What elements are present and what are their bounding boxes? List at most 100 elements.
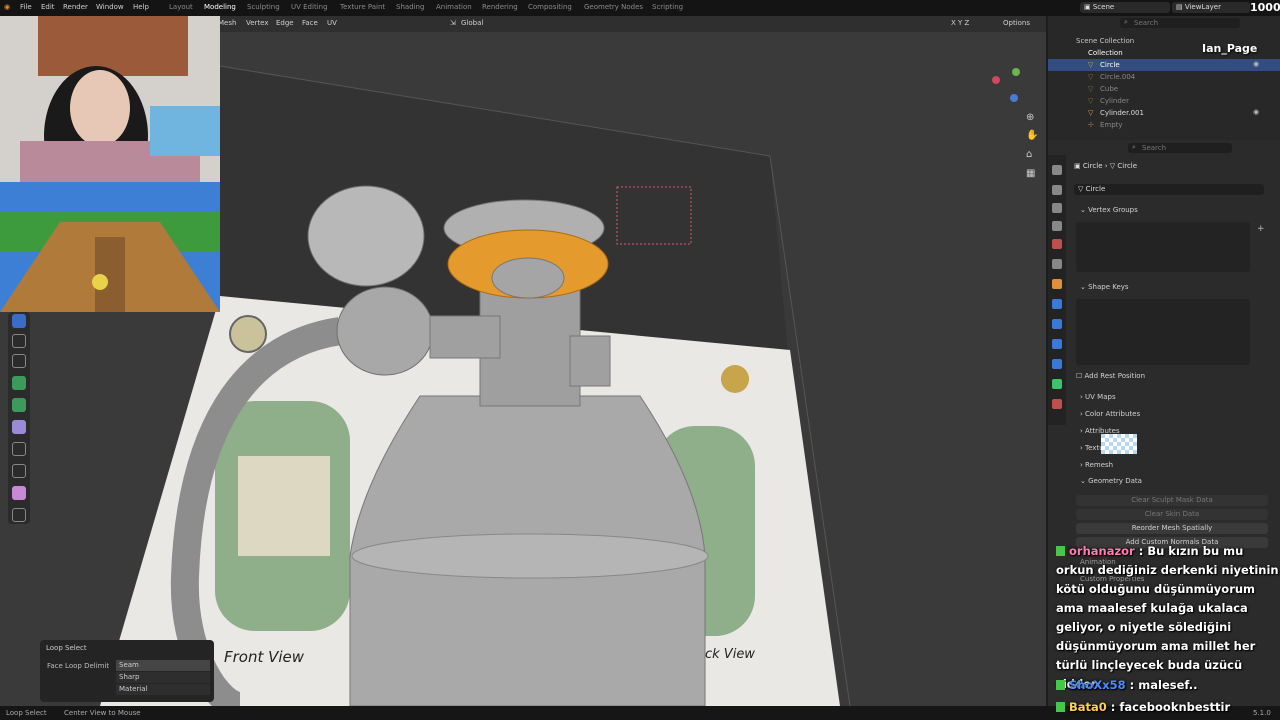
chat-text: malesef..	[1138, 678, 1198, 692]
world-tab-icon[interactable]	[1052, 259, 1062, 269]
shrink-tool-icon[interactable]	[12, 486, 26, 500]
tab-rendering[interactable]: Rendering	[482, 3, 518, 11]
render-tab-icon[interactable]	[1052, 185, 1062, 195]
cursor-tool-icon[interactable]	[12, 334, 26, 348]
output-tab-icon[interactable]	[1052, 203, 1062, 213]
menu-uv[interactable]: UV	[327, 19, 337, 27]
vertex-groups-list[interactable]	[1076, 222, 1250, 272]
zoom-icon[interactable]: ⊕	[1026, 112, 1034, 123]
menu-face[interactable]: Face	[302, 19, 318, 27]
options-dropdown[interactable]: Options	[1003, 19, 1030, 27]
mesh-icon: ▽	[1088, 73, 1094, 81]
tab-modeling[interactable]: Modeling	[204, 3, 236, 11]
option-sharp[interactable]: Sharp	[116, 672, 210, 683]
outliner-item-cylinder-001[interactable]: ▽ Cylinder.001 ◉	[1048, 107, 1280, 119]
menu-file[interactable]: File	[20, 3, 32, 11]
bevel-tool-icon[interactable]	[12, 420, 26, 434]
menu-mesh[interactable]: Mesh	[218, 19, 236, 27]
wall-poster	[38, 16, 188, 76]
pan-hand-icon[interactable]: ✋	[1026, 130, 1038, 141]
tab-texture-paint[interactable]: Texture Paint	[340, 3, 385, 11]
status-hint-left: Loop Select	[6, 709, 47, 717]
gizmo-y-icon[interactable]	[1012, 68, 1020, 76]
tab-uv-editing[interactable]: UV Editing	[291, 3, 328, 11]
particles-tab-icon[interactable]	[1052, 319, 1062, 329]
remesh-header[interactable]: › Remesh	[1080, 461, 1113, 469]
inset-tool-icon[interactable]	[12, 398, 26, 412]
loop-select-title[interactable]: Loop Select	[46, 644, 87, 652]
menu-edit[interactable]: Edit	[41, 3, 55, 11]
tab-layout[interactable]: Layout	[169, 3, 193, 11]
object-tab-icon[interactable]	[1052, 279, 1062, 289]
loop-cut-tool-icon[interactable]	[12, 442, 26, 456]
view-layer-selector[interactable]: ▤ ViewLayer	[1172, 2, 1250, 13]
tab-shading[interactable]: Shading	[396, 3, 424, 11]
option-seam[interactable]: Seam	[116, 660, 210, 671]
option-material[interactable]: Material	[116, 684, 210, 695]
properties-search[interactable]: ⌕ Search	[1128, 143, 1232, 153]
view-layer-tab-icon[interactable]	[1052, 221, 1062, 231]
outliner-item-circle-004[interactable]: ▽ Circle.004	[1048, 71, 1280, 83]
mesh-icon: ▽	[1088, 109, 1094, 117]
tab-sculpting[interactable]: Sculpting	[247, 3, 280, 11]
navigation-gizmo[interactable]	[990, 68, 1030, 108]
physics-tab-icon[interactable]	[1052, 339, 1062, 349]
breadcrumb-object: Circle	[1082, 162, 1103, 170]
tab-geometry-nodes[interactable]: Geometry Nodes	[584, 3, 643, 11]
grid-view-icon[interactable]: ▦	[1026, 168, 1035, 179]
tab-scripting[interactable]: Scripting	[652, 3, 683, 11]
tool-tab-icon[interactable]	[1052, 165, 1062, 175]
tank-label	[238, 456, 330, 556]
vertex-groups-header[interactable]: ⌄ Vertex Groups	[1080, 206, 1138, 214]
clear-skin-data-button[interactable]: Clear Skin Data	[1076, 509, 1268, 520]
reorder-mesh-button[interactable]: Reorder Mesh Spatially	[1076, 523, 1268, 534]
chat-username: Bata0	[1069, 700, 1107, 714]
shape-keys-header[interactable]: ⌄ Shape Keys	[1080, 283, 1129, 291]
menu-help[interactable]: Help	[133, 3, 149, 11]
visibility-eye-icon[interactable]: ◉	[1253, 108, 1259, 116]
webcam-image	[0, 16, 220, 182]
mesh-data-name-field[interactable]: ▽ Circle	[1074, 184, 1264, 195]
menu-edge[interactable]: Edge	[276, 19, 294, 27]
shape-keys-list[interactable]	[1076, 299, 1250, 365]
gizmo-x-icon[interactable]	[992, 76, 1000, 84]
tab-compositing[interactable]: Compositing	[528, 3, 572, 11]
knife-tool-icon[interactable]	[12, 464, 26, 478]
blender-logo-icon[interactable]: ◉	[4, 3, 10, 11]
extrude-tool-icon[interactable]	[12, 376, 26, 390]
outliner-item-cube[interactable]: ▽ Cube	[1048, 83, 1280, 95]
add-icon[interactable]: +	[1257, 224, 1265, 234]
scene-selector[interactable]: ▣ Scene	[1080, 2, 1170, 13]
tab-animation[interactable]: Animation	[436, 3, 472, 11]
outliner-item-cylinder[interactable]: ▽ Cylinder	[1048, 95, 1280, 107]
chat-text: facebooknbesttir	[1119, 700, 1231, 714]
chevron-right-icon: › ▽	[1104, 162, 1118, 170]
menu-render[interactable]: Render	[63, 3, 88, 11]
axis-lock[interactable]: X Y Z	[951, 19, 969, 27]
outliner-item-circle[interactable]: ▽ Circle ◉	[1048, 59, 1280, 71]
move-tool-icon[interactable]	[12, 354, 26, 368]
gizmo-z-icon[interactable]	[1010, 94, 1018, 102]
camera-icon[interactable]: ⌂	[1026, 149, 1032, 160]
select-tool-icon[interactable]	[12, 314, 26, 328]
rip-tool-icon[interactable]	[12, 508, 26, 522]
color-attributes-header[interactable]: › Color Attributes	[1080, 410, 1140, 418]
visibility-eye-icon[interactable]: ◉	[1253, 60, 1259, 68]
modifier-tab-icon[interactable]	[1052, 299, 1062, 309]
outliner-search[interactable]: ⌕ Search	[1120, 18, 1240, 28]
orientation-icon[interactable]: ⇲	[450, 19, 456, 27]
material-tab-icon[interactable]	[1052, 399, 1062, 409]
orientation-dropdown[interactable]: Global	[461, 19, 483, 27]
outliner-item-label: Circle	[1100, 61, 1120, 69]
geometry-data-header[interactable]: ⌄ Geometry Data	[1080, 477, 1142, 485]
scene-tab-icon[interactable]	[1052, 239, 1062, 249]
uv-maps-header[interactable]: › UV Maps	[1080, 393, 1116, 401]
mesh-data-tab-icon[interactable]	[1052, 379, 1062, 389]
menu-vertex[interactable]: Vertex	[246, 19, 269, 27]
add-rest-position-checkbox[interactable]: ☐ Add Rest Position	[1076, 372, 1145, 380]
empty-icon: ✢	[1088, 121, 1094, 129]
menu-window[interactable]: Window	[96, 3, 124, 11]
clear-sculpt-mask-button[interactable]: Clear Sculpt Mask Data	[1076, 495, 1268, 506]
outliner-item-empty[interactable]: ✢ Empty	[1048, 119, 1280, 131]
constraints-tab-icon[interactable]	[1052, 359, 1062, 369]
